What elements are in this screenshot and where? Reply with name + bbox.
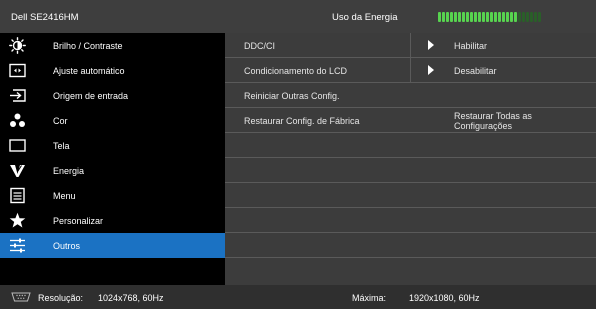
menu-item-display[interactable]: Tela	[0, 133, 225, 158]
display-icon	[9, 137, 26, 154]
empty-row	[225, 133, 596, 158]
energy-usage-label: Uso da Energia	[332, 12, 398, 23]
energy-usage-meter	[438, 12, 541, 22]
energy-meter-segment	[458, 12, 461, 22]
menu-item-label: Ajuste automático	[53, 66, 125, 76]
menu-item-label: Outros	[53, 241, 81, 251]
energy-meter-segment	[518, 12, 521, 22]
reset-other-settings-row[interactable]: Reiniciar Outras Config.	[225, 83, 596, 108]
empty-row	[225, 183, 596, 208]
menu-item-energy[interactable]: Energia	[0, 158, 225, 183]
menu-item-label: Energia	[53, 166, 85, 176]
star-icon	[9, 212, 26, 229]
energy-meter-segment	[526, 12, 529, 22]
monitor-osd: Dell SE2416HM Uso da Energia Brilho / Co	[0, 0, 596, 309]
others-submenu: DDC/CI Habilitar Condicionamento do LCD …	[225, 33, 596, 285]
resolution-value: 1024x768, 60Hz	[98, 293, 164, 303]
others-icon	[9, 237, 26, 254]
vga-connector-icon	[11, 292, 31, 304]
auto-adjust-icon	[9, 62, 26, 79]
lcd-conditioning-row[interactable]: Condicionamento do LCD Desabilitar	[225, 58, 596, 83]
energy-meter-segment	[510, 12, 513, 22]
energy-meter-segment	[534, 12, 537, 22]
brightness-icon	[9, 37, 26, 54]
energy-meter-segment	[466, 12, 469, 22]
empty-row	[225, 258, 596, 283]
menu-item-label: Cor	[53, 116, 68, 126]
energy-meter-segment	[474, 12, 477, 22]
energy-meter-segment	[438, 12, 441, 22]
energy-meter-segment	[530, 12, 533, 22]
energy-meter-segment	[462, 12, 465, 22]
setting-label: DDC/CI	[244, 41, 275, 51]
menu-item-color[interactable]: Cor	[0, 108, 225, 133]
menu-item-auto-adjust[interactable]: Ajuste automático	[0, 58, 225, 83]
energy-icon	[9, 162, 26, 179]
menu-item-input-source[interactable]: Origem de entrada	[0, 83, 225, 108]
input-source-icon	[9, 87, 26, 104]
max-resolution-value: 1920x1080, 60Hz	[409, 293, 480, 303]
setting-value[interactable]: Desabilitar	[454, 66, 497, 76]
empty-row	[225, 158, 596, 183]
menu-item-label: Personalizar	[53, 216, 104, 226]
energy-meter-segment	[446, 12, 449, 22]
energy-meter-segment	[482, 12, 485, 22]
energy-meter-segment	[502, 12, 505, 22]
factory-reset-row[interactable]: Restaurar Config. de Fábrica Restaurar T…	[225, 108, 596, 133]
main-menu: Brilho / Contraste Ajuste automático Ori…	[0, 33, 225, 285]
energy-meter-segment	[506, 12, 509, 22]
energy-meter-segment	[538, 12, 541, 22]
energy-meter-segment	[478, 12, 481, 22]
max-resolution-label: Máxima:	[352, 293, 387, 303]
menu-item-label: Tela	[53, 141, 70, 151]
menu-item-label: Origem de entrada	[53, 91, 129, 101]
osd-header: Dell SE2416HM Uso da Energia	[0, 0, 596, 33]
chevron-right-icon	[428, 40, 434, 50]
menu-item-label: Menu	[53, 191, 76, 201]
energy-meter-segment	[498, 12, 501, 22]
energy-meter-segment	[442, 12, 445, 22]
menu-item-label: Brilho / Contraste	[53, 41, 123, 51]
setting-label: Reiniciar Outras Config.	[244, 91, 340, 101]
energy-meter-segment	[514, 12, 517, 22]
menu-icon	[9, 187, 26, 204]
menu-item-brightness-contrast[interactable]: Brilho / Contraste	[0, 33, 225, 58]
setting-value[interactable]: Restaurar Todas as Configurações	[454, 111, 574, 131]
energy-meter-segment	[486, 12, 489, 22]
setting-label: Restaurar Config. de Fábrica	[244, 116, 360, 126]
empty-row	[225, 233, 596, 258]
empty-row	[225, 208, 596, 233]
chevron-right-icon	[428, 65, 434, 75]
energy-meter-segment	[450, 12, 453, 22]
color-icon	[9, 112, 26, 129]
menu-item-menu[interactable]: Menu	[0, 183, 225, 208]
model-name: Dell SE2416HM	[11, 12, 79, 23]
energy-meter-segment	[470, 12, 473, 22]
menu-item-others[interactable]: Outros	[0, 233, 225, 258]
resolution-label: Resolução:	[38, 293, 84, 303]
ddc-ci-row[interactable]: DDC/CI Habilitar	[225, 33, 596, 58]
energy-meter-segment	[522, 12, 525, 22]
energy-meter-segment	[494, 12, 497, 22]
setting-value[interactable]: Habilitar	[454, 41, 487, 51]
energy-meter-segment	[490, 12, 493, 22]
setting-label: Condicionamento do LCD	[244, 66, 348, 76]
energy-meter-segment	[454, 12, 457, 22]
menu-item-personalize[interactable]: Personalizar	[0, 208, 225, 233]
osd-footer: Resolução: 1024x768, 60Hz Máxima: 1920x1…	[0, 285, 596, 309]
